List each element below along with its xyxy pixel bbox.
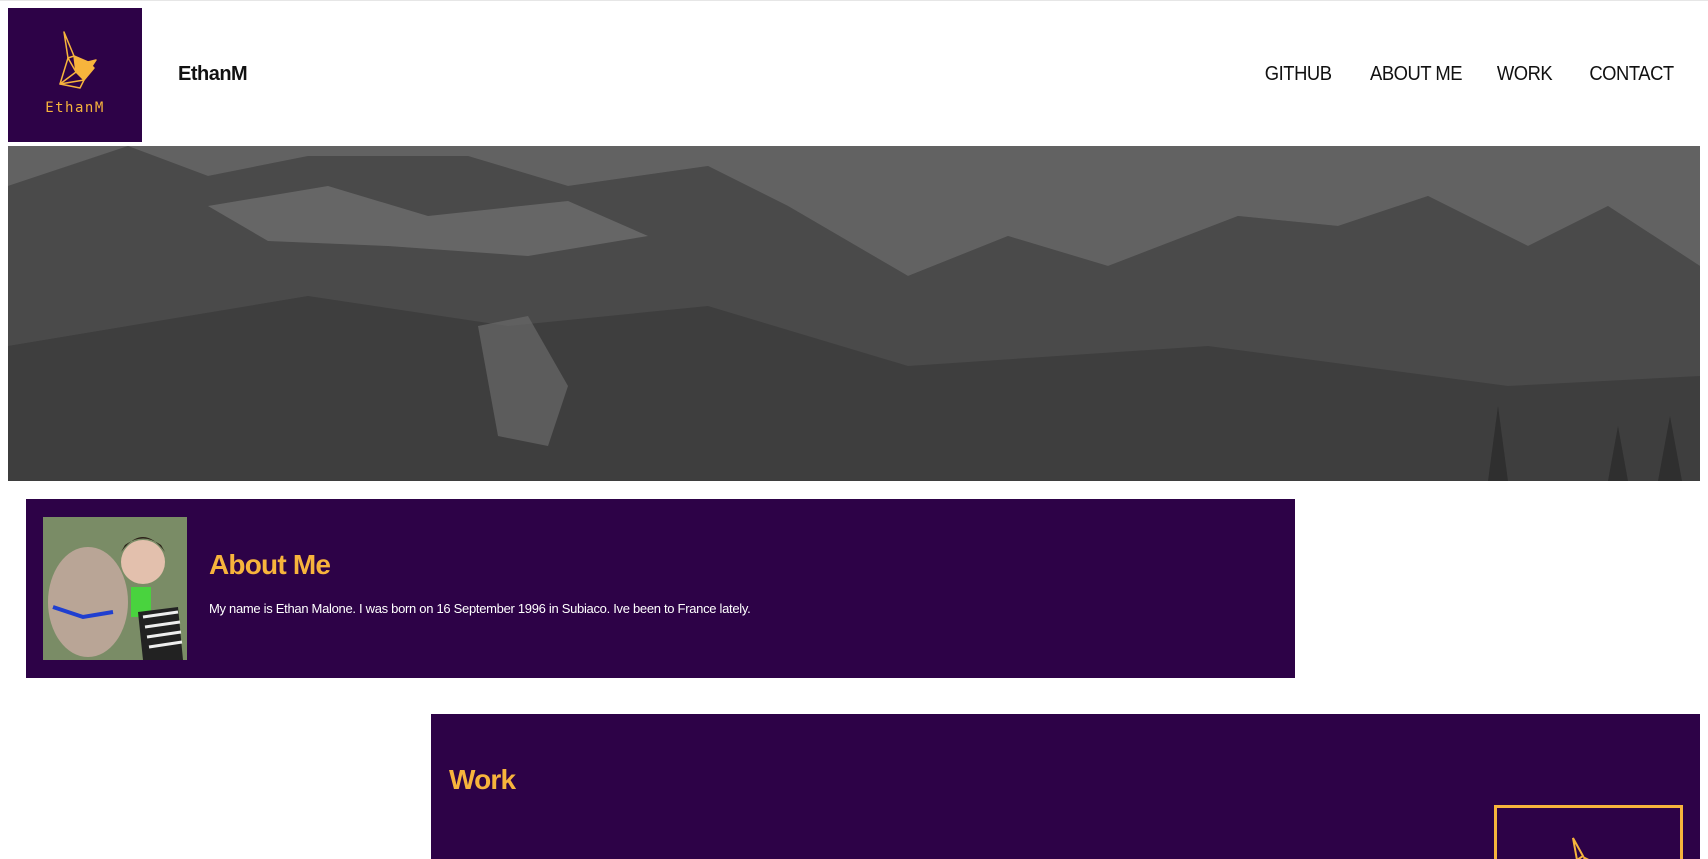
origami-bird-icon (59, 31, 97, 89)
hero-mountain-image (8, 146, 1700, 481)
about-section: About Me My name is Ethan Malone. I was … (26, 499, 1295, 678)
nav-item-work[interactable]: WORK (1497, 63, 1553, 86)
work-section: Work (431, 714, 1700, 859)
nav-item-github[interactable]: GITHUB (1265, 63, 1332, 86)
nav-item-contact[interactable]: CONTACT (1590, 63, 1675, 86)
about-text: My name is Ethan Malone. I was born on 1… (209, 601, 751, 616)
profile-photo (43, 517, 187, 660)
logo-text: EthanM (45, 100, 105, 116)
origami-bird-icon (1572, 837, 1589, 859)
about-heading: About Me (209, 549, 331, 580)
nav-item-about-me[interactable]: ABOUT ME (1370, 63, 1463, 86)
logo[interactable]: EthanM (8, 8, 142, 142)
work-card[interactable] (1494, 805, 1683, 859)
work-heading: Work (449, 764, 516, 795)
site-name[interactable]: EthanM (178, 63, 248, 86)
main-nav: GITHUB ABOUT ME WORK CONTACT (1259, 63, 1674, 86)
